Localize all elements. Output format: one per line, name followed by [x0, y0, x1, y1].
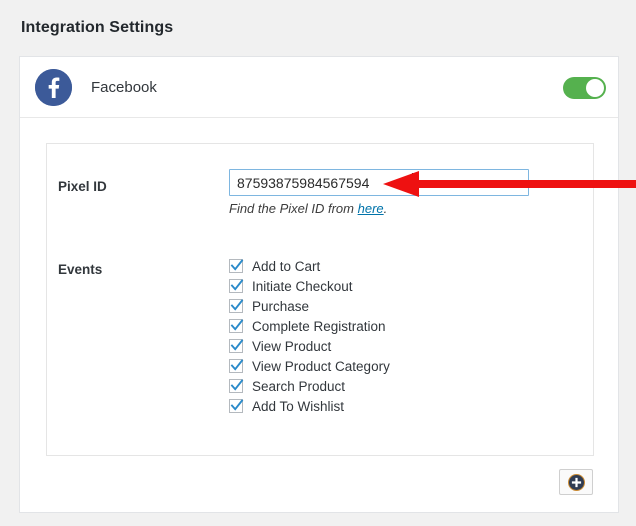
checkbox-icon[interactable]: [229, 359, 244, 373]
event-checkbox-row[interactable]: View Product Category: [229, 356, 390, 376]
pixel-id-label: Pixel ID: [58, 179, 107, 194]
brand-row: Facebook: [35, 69, 157, 106]
event-checkbox-row[interactable]: Complete Registration: [229, 316, 390, 336]
pixel-id-input[interactable]: [229, 169, 529, 196]
brand-name: Facebook: [91, 79, 157, 96]
event-label: View Product: [252, 338, 332, 354]
page-title: Integration Settings: [21, 19, 174, 36]
checkbox-icon[interactable]: [229, 379, 244, 393]
help-prefix: Find the Pixel ID from: [229, 201, 358, 216]
events-checkbox-list: Add to Cart Initiate Checkout Purchase Comp…: [229, 256, 390, 416]
event-label: View Product Category: [252, 358, 390, 374]
checkbox-icon[interactable]: [229, 259, 244, 273]
checkbox-icon[interactable]: [229, 279, 244, 293]
card-header: Facebook: [20, 57, 618, 118]
facebook-enable-toggle[interactable]: [563, 77, 606, 99]
event-label: Complete Registration: [252, 318, 386, 334]
checkbox-icon[interactable]: [229, 399, 244, 413]
checkbox-icon[interactable]: [229, 299, 244, 313]
event-checkbox-row[interactable]: Add To Wishlist: [229, 396, 390, 416]
event-label: Add To Wishlist: [252, 398, 345, 414]
event-checkbox-row[interactable]: Add to Cart: [229, 256, 390, 276]
event-label: Add to Cart: [252, 258, 321, 274]
checkbox-icon[interactable]: [229, 319, 244, 333]
plus-circle-icon: [567, 473, 585, 491]
event-checkbox-row[interactable]: Purchase: [229, 296, 390, 316]
text-caret: [412, 173, 413, 192]
toggle-knob: [586, 79, 604, 97]
event-checkbox-row[interactable]: Initiate Checkout: [229, 276, 390, 296]
help-here-link[interactable]: here: [358, 201, 384, 216]
help-suffix: .: [383, 201, 388, 216]
pixel-id-help: Find the Pixel ID from here.: [229, 201, 387, 216]
settings-panel: Pixel ID Find the Pixel ID from here. Ev…: [46, 143, 594, 456]
event-label: Purchase: [252, 298, 310, 314]
checkbox-icon[interactable]: [229, 339, 244, 353]
event-label: Search Product: [252, 378, 346, 394]
facebook-f-icon: [35, 69, 72, 106]
events-label: Events: [58, 262, 103, 277]
event-checkbox-row[interactable]: Search Product: [229, 376, 390, 396]
event-checkbox-row[interactable]: View Product: [229, 336, 390, 356]
add-integration-button[interactable]: [559, 469, 593, 495]
integration-card: Facebook Pixel ID Find the Pixel ID from…: [19, 56, 619, 513]
event-label: Initiate Checkout: [252, 278, 353, 294]
